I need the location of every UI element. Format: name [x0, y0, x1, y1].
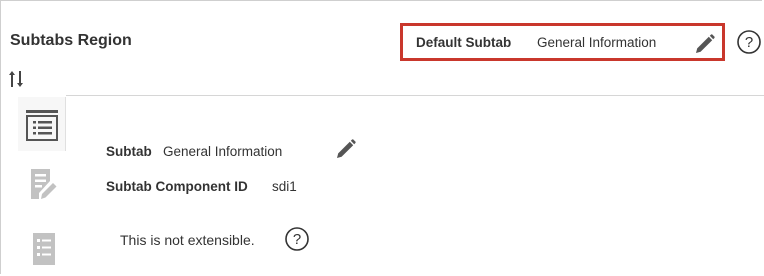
- subtab-component-id-label: Subtab Component ID: [106, 179, 248, 194]
- edit-default-subtab-button[interactable]: [693, 32, 717, 56]
- checklist-icon: [33, 233, 55, 265]
- subtab-detail: Subtab General Information Subtab Compon…: [66, 96, 764, 276]
- svg-text:?: ?: [745, 34, 753, 51]
- tab-checklist[interactable]: [18, 222, 66, 276]
- help-icon: ?: [737, 30, 761, 54]
- pencil-icon: [337, 139, 356, 158]
- extensibility-help-button[interactable]: ?: [284, 226, 310, 252]
- edit-subtab-button[interactable]: [334, 137, 358, 161]
- tab-list-view[interactable]: [18, 97, 66, 151]
- sort-icon[interactable]: [8, 70, 24, 88]
- pencil-icon: [696, 34, 715, 53]
- document-edit-icon: [31, 169, 57, 199]
- region-title: Subtabs Region: [10, 32, 132, 49]
- subtab-strip: [18, 95, 66, 276]
- subtab-label: Subtab: [106, 144, 152, 159]
- tab-document-edit[interactable]: [18, 157, 66, 211]
- help-button[interactable]: ?: [736, 29, 762, 55]
- region-header: Subtabs Region Default Subtab General In…: [0, 0, 764, 88]
- default-subtab-value: General Information: [537, 35, 657, 50]
- help-icon: ?: [285, 227, 309, 251]
- subtab-value: General Information: [163, 144, 283, 159]
- extensibility-note: This is not extensible.: [120, 232, 255, 248]
- svg-text:?: ?: [293, 231, 301, 248]
- default-subtab-label: Default Subtab: [416, 35, 512, 50]
- default-subtab-highlight: Default Subtab General Information: [400, 23, 725, 61]
- list-icon: [26, 110, 58, 141]
- subtab-component-id-value: sdi1: [272, 179, 297, 194]
